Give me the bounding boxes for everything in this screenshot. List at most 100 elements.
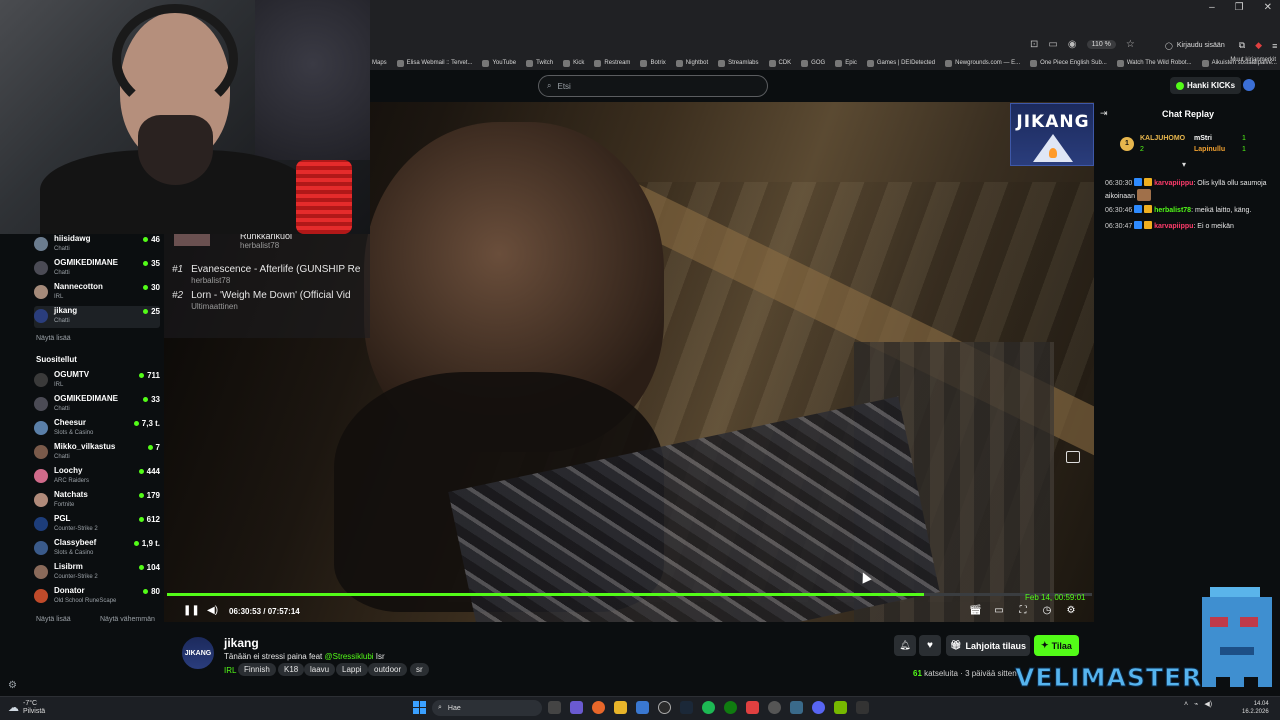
bookmark-item[interactable]: Maps <box>372 60 387 66</box>
bookmark-item[interactable]: Kick <box>563 59 584 67</box>
sidebar-channel-item[interactable]: jikang Chatti 25 <box>34 306 160 328</box>
sidebar-channel-item[interactable]: Lisibrm Counter-Strike 2 104 <box>34 562 160 584</box>
obs-icon[interactable] <box>768 701 781 714</box>
stream-category[interactable]: IRL <box>224 666 236 675</box>
settings-icon[interactable]: ⚙ <box>1065 605 1077 617</box>
title-mention[interactable]: @Stressiklubi <box>325 652 374 661</box>
sidebar-channel-item[interactable]: Natchats Fortnite 179 <box>34 490 160 512</box>
firefox-icon[interactable] <box>592 701 605 714</box>
gifter-name[interactable]: KALJUHOMO <box>1140 135 1185 142</box>
pause-button[interactable]: ❚❚ <box>183 605 200 616</box>
bookmark-item[interactable]: Nightbot <box>675 59 708 67</box>
discord-icon[interactable] <box>812 701 825 714</box>
stream-tag[interactable]: outdoor <box>368 663 408 676</box>
show-less-link[interactable]: Näytä vähemmän <box>100 616 155 623</box>
message-username[interactable]: karvapiippu <box>1154 180 1193 187</box>
sidebar-channel-item[interactable]: Nannecotton IRL 30 <box>34 282 160 304</box>
message-username[interactable]: karvapiippu <box>1154 223 1193 230</box>
ublock-icon[interactable]: ◆ <box>1255 40 1262 51</box>
star-icon[interactable]: ☆ <box>1126 39 1135 50</box>
sidebar-channel-item[interactable]: OGMIKEDIMANE Chatti 33 <box>34 394 160 416</box>
user-avatar[interactable] <box>1243 79 1255 91</box>
nvidia-icon[interactable] <box>834 701 847 714</box>
weather-widget[interactable]: ☁ -7°C Pilvistä <box>8 700 45 716</box>
gifter-name[interactable]: Lapinullu <box>1194 146 1225 153</box>
channel-avatar[interactable]: JIKANG <box>180 635 216 671</box>
menu-icon[interactable]: ≡ <box>1272 41 1277 51</box>
maximize-icon[interactable]: ❐ <box>1235 2 1244 13</box>
sidebar-channel-item[interactable]: OGMIKEDIMANE Chatti 35 <box>34 258 160 280</box>
stream-tag[interactable]: laavu <box>304 663 336 676</box>
windows-start-icon[interactable] <box>413 701 426 714</box>
bookmark-item[interactable]: Streamlabs <box>718 59 759 67</box>
taskbar-app-icon[interactable] <box>856 701 869 714</box>
task-view-icon[interactable] <box>548 701 561 714</box>
picture-in-picture-icon[interactable] <box>1066 451 1080 463</box>
stream-tag[interactable]: Lappi <box>336 663 368 676</box>
bookmark-item[interactable]: Botrix <box>640 59 666 67</box>
bookmark-item[interactable]: Twitch <box>526 59 553 67</box>
stream-tag[interactable]: Finnish <box>238 663 276 676</box>
settings-gear-icon[interactable]: ⚙ <box>8 680 17 691</box>
teams-icon[interactable] <box>570 701 583 714</box>
chevron-up-icon[interactable]: ˄ <box>1184 701 1188 708</box>
gifter-name[interactable]: mStri <box>1194 135 1212 142</box>
channel-name[interactable]: jikang <box>224 636 259 650</box>
store-icon[interactable] <box>636 701 649 714</box>
clip-icon[interactable]: 🎬︎ <box>969 605 982 617</box>
gift-sub-button[interactable]: 🎁︎ Lahjoita tilaus <box>946 635 1030 656</box>
taskbar-search[interactable]: ⌕ Hae <box>432 700 542 716</box>
sidebar-channel-item[interactable]: OGUMTV IRL 711 <box>34 370 160 392</box>
bookmark-item[interactable]: CDK <box>768 59 791 67</box>
message-username[interactable]: herbalist78 <box>1154 207 1191 214</box>
sidebar-channel-item[interactable]: Mikko_vilkastus Chatti 7 <box>34 442 160 464</box>
sidebar-channel-item[interactable]: Donator Old School RuneScape 80 <box>34 586 160 608</box>
sidebar-channel-item[interactable]: Loochy ARC Raiders 444 <box>34 466 160 488</box>
bookmark-item[interactable]: Restream <box>594 59 630 67</box>
bookmark-item[interactable]: One Piece English Sub... <box>1030 59 1107 67</box>
volume-icon[interactable]: ◀) <box>207 605 218 616</box>
camera-icon[interactable]: ◉ <box>1068 39 1077 50</box>
screenshot-icon[interactable]: ⊡ <box>1030 39 1038 50</box>
file-explorer-icon[interactable] <box>614 701 627 714</box>
search-input[interactable]: ⌕ Etsi <box>538 75 768 97</box>
speaker-icon[interactable]: ◀) <box>1204 700 1212 708</box>
bookmark-item[interactable]: Elisa Webmail :: Tervet... <box>396 59 472 67</box>
collapse-chat-icon[interactable]: ⇥ <box>1100 108 1108 119</box>
app-icon[interactable] <box>746 701 759 714</box>
sidebar-channel-item[interactable]: Cheesur Slots & Casino 7,3 t. <box>34 418 160 440</box>
minimize-icon[interactable]: – <box>1209 2 1215 13</box>
show-more-link[interactable]: Näytä lisää <box>36 616 71 623</box>
speed-icon[interactable]: ◷ <box>1041 605 1053 617</box>
bookmark-item[interactable]: YouTube <box>482 59 516 67</box>
sidebar-channel-item[interactable]: hiisidawg Chatti 46 <box>34 234 160 256</box>
tool-icon[interactable] <box>790 701 803 714</box>
sidebar-channel-item[interactable]: PGL Counter-Strike 2 612 <box>34 514 160 536</box>
taskbar-clock[interactable]: 14.04 16.2.2026 <box>1242 700 1269 716</box>
stream-tag[interactable]: K18 <box>278 663 305 676</box>
show-more-link[interactable]: Näytä lisää <box>36 335 71 342</box>
chevron-down-icon[interactable]: ▾ <box>1182 160 1186 169</box>
extension-icon[interactable]: ⧉ <box>1239 40 1245 51</box>
bookmark-item[interactable]: Newgrounds.com — E... <box>945 59 1020 67</box>
github-icon[interactable] <box>658 701 671 714</box>
bookmark-item[interactable]: Epic <box>835 59 857 67</box>
get-kicks-button[interactable]: Hanki KICKs <box>1170 77 1242 94</box>
bookmark-item[interactable]: Watch The Wild Robot... <box>1116 59 1192 67</box>
spotify-icon[interactable] <box>702 701 715 714</box>
close-icon[interactable]: ✕ <box>1264 2 1272 13</box>
subscribe-button[interactable]: ✦ Tilaa <box>1034 635 1079 656</box>
theater-mode-icon[interactable]: ▭ <box>993 605 1005 617</box>
browser-login[interactable]: ◯ Kirjaudu sisään ⧉ ◆ ≡ <box>1165 40 1277 51</box>
steam-icon[interactable] <box>680 701 693 714</box>
progress-bar[interactable] <box>167 593 1092 596</box>
xbox-icon[interactable] <box>724 701 737 714</box>
bookmark-item[interactable]: GOG <box>801 59 825 67</box>
zoom-badge[interactable]: 110 % <box>1086 40 1116 49</box>
network-icon[interactable]: ⌁ <box>1194 700 1198 708</box>
reader-icon[interactable]: ▭ <box>1048 39 1057 50</box>
fullscreen-icon[interactable]: ⛶ <box>1017 605 1029 617</box>
bookmark-item[interactable]: Games | DEIDetected <box>866 59 935 67</box>
notification-bell-button[interactable]: 🔔︎ <box>894 635 916 656</box>
other-bookmarks[interactable]: Muut kirjanmerkit <box>1230 57 1276 63</box>
